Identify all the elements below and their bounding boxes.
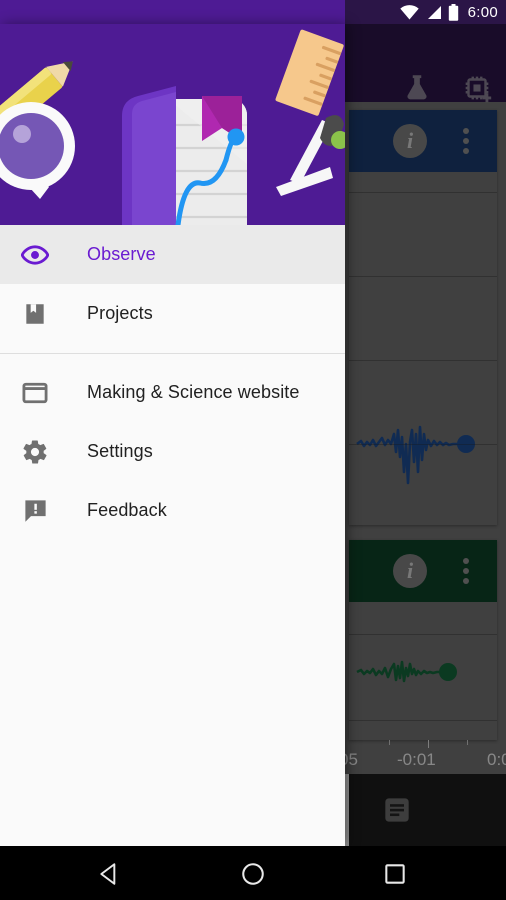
battery-icon [448,3,458,21]
sidebar-item-label: Feedback [87,500,167,520]
feedback-icon [18,494,52,528]
sidebar-item-label: Observe [87,244,156,264]
navigation-drawer: Observe Projects Making & Science websit… [0,24,345,846]
eye-icon [18,238,52,272]
nav-back-button[interactable] [97,861,123,887]
status-bar: 6:00 [0,0,506,24]
sidebar-item-feedback[interactable]: Feedback [0,481,345,540]
cell-signal-icon [427,5,441,19]
sidebar-item-observe[interactable]: Observe [0,225,345,284]
book-bookmark-icon [18,297,52,331]
sidebar-item-label: Making & Science website [87,382,300,402]
phone-screen: i i 05 -0:01 0:0 6:00 Observe Projects M… [0,0,506,900]
window-icon [18,376,52,410]
sidebar-item-projects[interactable]: Projects [0,284,345,343]
wifi-icon [399,4,419,19]
status-bar-icons: 6:00 [399,0,498,24]
drawer-menu: Observe Projects Making & Science websit… [0,225,345,540]
gear-icon [18,435,52,469]
android-navigation-bar [0,846,506,900]
sidebar-item-making-science-website[interactable]: Making & Science website [0,363,345,422]
drawer-divider [0,353,345,354]
nav-home-button[interactable] [240,861,266,887]
sidebar-item-label: Settings [87,441,153,461]
status-bar-left [0,0,345,24]
drawer-header [0,24,345,225]
drawer-scrim[interactable] [345,24,506,846]
sidebar-item-settings[interactable]: Settings [0,422,345,481]
sidebar-item-label: Projects [87,303,153,323]
nav-recents-button[interactable] [382,861,408,887]
status-bar-clock: 6:00 [467,3,498,21]
science-tools-illustration [0,24,345,225]
